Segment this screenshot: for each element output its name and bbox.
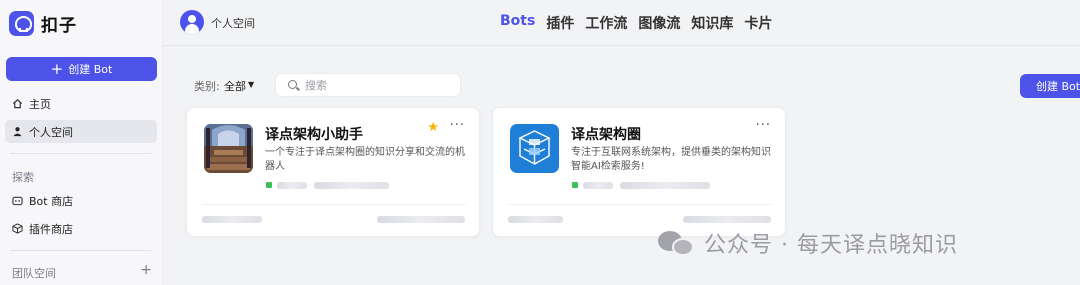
more-options-icon[interactable]: ··· <box>756 118 771 133</box>
bot-title: 译点架构圈 <box>571 127 641 143</box>
category-select[interactable]: 全部 <box>224 78 246 94</box>
caret-down-icon[interactable]: ▼ <box>248 80 254 89</box>
sidebar-item-plugin-store[interactable]: 插件商店 <box>5 217 157 240</box>
tab-plugins[interactable]: 插件 <box>546 13 574 33</box>
bot-card[interactable]: 译点架构圈 ··· 专注于互联网系统架构，提供垂类的架构知识智能AI检索服务! <box>492 107 786 237</box>
search-box[interactable] <box>275 73 461 97</box>
tab-cards[interactable]: 卡片 <box>744 13 772 33</box>
create-bot-label: 创建 Bot <box>68 63 113 76</box>
tab-workflows[interactable]: 工作流 <box>585 13 627 33</box>
bot-description: 一个专注于译点架构圈的知识分享和交流的机器人 <box>265 147 465 172</box>
blurred-meta <box>314 182 389 189</box>
sidebar: 扣子 + 创建 Bot 主页 个人空间 探索 Bot 商店 插件商店 团队空间 … <box>0 0 163 285</box>
bot-title: 译点架构小助手 <box>265 127 363 143</box>
sidebar-item-label: 主页 <box>29 97 51 111</box>
category-label: 类别: <box>194 80 220 93</box>
watermark-text: 公众号 · 每天译点晓知识 <box>704 233 958 258</box>
sidebar-item-label: 插件商店 <box>29 222 73 236</box>
status-indicator <box>572 182 578 188</box>
sidebar-item-home[interactable]: 主页 <box>5 92 157 115</box>
star-icon[interactable]: ★ <box>427 120 439 135</box>
tab-knowledge[interactable]: 知识库 <box>691 13 733 33</box>
sidebar-item-personal-space[interactable]: 个人空间 <box>5 120 157 143</box>
blurred-meta <box>620 182 710 189</box>
top-tabs: Bots 插件 工作流 图像流 知识库 卡片 <box>500 13 783 33</box>
blurred-meta <box>683 216 771 223</box>
wechat-icon <box>658 229 696 257</box>
search-input[interactable] <box>305 77 455 93</box>
bot-card[interactable]: 译点架构小助手 ★ ··· 一个专注于译点架构圈的知识分享和交流的机器人 <box>186 107 480 237</box>
status-indicator <box>266 182 272 188</box>
create-bot-button-secondary[interactable]: 创建 Bot <box>1020 74 1080 98</box>
wechat-watermark: 公众号 · 每天译点晓知识 <box>658 227 958 259</box>
team-section-label: 团队空间 <box>12 267 56 280</box>
blurred-meta <box>277 182 307 189</box>
card-divider <box>508 204 772 205</box>
create-bot-button[interactable]: + 创建 Bot <box>6 57 157 81</box>
bot-avatar-image <box>510 124 559 173</box>
bot-store-icon <box>12 196 23 206</box>
plugin-store-icon <box>12 223 23 234</box>
card-divider <box>202 204 466 205</box>
workspace-avatar[interactable] <box>180 10 204 34</box>
bot-avatar-image <box>204 124 253 173</box>
sidebar-divider <box>10 153 151 154</box>
home-icon <box>12 99 23 109</box>
blurred-meta <box>202 216 262 223</box>
user-icon <box>13 127 22 137</box>
sidebar-item-label: Bot 商店 <box>29 194 74 208</box>
explore-section-label: 探索 <box>12 171 34 184</box>
brand[interactable]: 扣子 <box>9 11 77 36</box>
tab-imageflows[interactable]: 图像流 <box>638 13 680 33</box>
more-options-icon[interactable]: ··· <box>450 118 465 133</box>
search-icon <box>288 80 297 89</box>
sidebar-divider <box>10 250 151 251</box>
blurred-meta <box>377 216 465 223</box>
coze-logo-icon <box>9 11 34 36</box>
brand-name: 扣子 <box>41 16 77 36</box>
tab-bots[interactable]: Bots <box>500 13 535 33</box>
bot-description: 专注于互联网系统架构，提供垂类的架构知识智能AI检索服务! <box>571 147 771 172</box>
blurred-meta <box>583 182 613 189</box>
add-team-button[interactable]: + <box>140 262 152 278</box>
plus-icon: + <box>50 59 64 78</box>
sidebar-item-label: 个人空间 <box>29 125 73 139</box>
header: 个人空间 Bots 插件 工作流 图像流 知识库 卡片 <box>163 0 1080 46</box>
sidebar-item-bot-store[interactable]: Bot 商店 <box>5 189 157 212</box>
workspace-name: 个人空间 <box>211 17 255 30</box>
blurred-meta <box>508 216 563 223</box>
